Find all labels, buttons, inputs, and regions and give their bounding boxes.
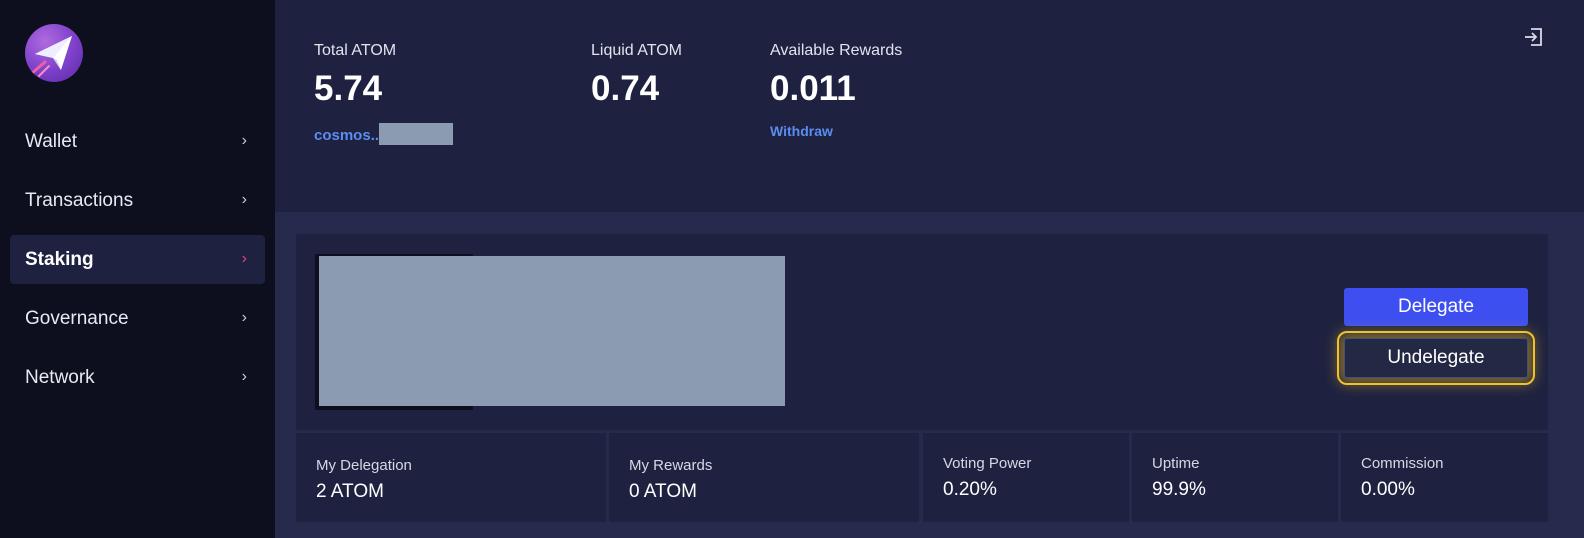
sidebar-item-label: Wallet [25,131,78,152]
staking-content: Delegate Undelegate My Delegation 2 ATOM… [275,212,1584,538]
sidebar-item-label: Transactions [25,190,134,211]
total-atom-value: 5.74 [314,69,383,108]
balance-header: Total ATOM 5.74 cosmos.. Liquid ATOM 0.7… [275,0,1584,212]
voting-power-label: Voting Power [943,455,1032,472]
uptime-value: 99.9% [1152,479,1206,500]
sidebar-nav: Wallet › Transactions › Staking › Govern… [10,117,265,412]
chevron-right-icon: › [241,309,247,326]
voting-power-value: 0.20% [943,479,997,500]
available-rewards-value: 0.011 [770,69,856,108]
chevron-right-icon: › [241,250,247,267]
my-delegation-label: My Delegation [316,457,412,474]
address-text: cosmos.. [314,127,380,144]
my-rewards-cell: My Rewards 0 ATOM [609,433,919,522]
liquid-atom-value: 0.74 [591,69,660,108]
sidebar-item-network[interactable]: Network › [10,353,265,402]
uptime-cell: Uptime 99.9% [1132,433,1338,522]
sidebar-item-wallet[interactable]: Wallet › [10,117,265,166]
logout-icon[interactable] [1522,26,1544,48]
validator-stats-row: My Delegation 2 ATOM My Rewards 0 ATOM V… [296,433,1548,522]
commission-cell: Commission 0.00% [1341,433,1548,522]
my-delegation-value: 2 ATOM [316,481,384,502]
undelegate-button[interactable]: Undelegate [1337,331,1535,385]
sidebar-item-governance[interactable]: Governance › [10,294,265,343]
sidebar-item-staking[interactable]: Staking › [10,235,265,284]
address-link[interactable]: cosmos.. [314,123,454,145]
available-rewards-label: Available Rewards [770,42,903,59]
my-rewards-value: 0 ATOM [629,481,697,502]
sidebar-item-label: Network [25,367,95,388]
my-rewards-label: My Rewards [629,457,713,474]
sidebar-item-label: Governance [25,308,129,329]
liquid-atom-label: Liquid ATOM [591,42,683,59]
total-atom-stat: Total ATOM 5.74 cosmos.. [314,42,454,145]
liquid-atom-stat: Liquid ATOM 0.74 [591,42,682,109]
redacted-validator-info [319,256,785,406]
chevron-right-icon: › [241,191,247,208]
available-rewards-stat: Available Rewards 0.011 Withdraw [770,42,902,141]
commission-value: 0.00% [1361,479,1415,500]
sidebar-item-transactions[interactable]: Transactions › [10,176,265,225]
paper-plane-logo[interactable] [25,24,83,82]
total-atom-label: Total ATOM [314,42,397,59]
chevron-right-icon: › [241,368,247,385]
redacted-address [379,123,454,145]
delegate-button[interactable]: Delegate [1344,288,1528,326]
uptime-label: Uptime [1152,455,1200,472]
chevron-right-icon: › [241,132,247,149]
commission-label: Commission [1361,455,1444,472]
sidebar: Wallet › Transactions › Staking › Govern… [0,0,275,538]
validator-card: Delegate Undelegate [296,234,1548,430]
app: Wallet › Transactions › Staking › Govern… [0,0,1584,538]
sidebar-item-label: Staking [25,249,94,270]
withdraw-link[interactable]: Withdraw [770,123,833,139]
voting-power-cell: Voting Power 0.20% [923,433,1129,522]
my-delegation-cell: My Delegation 2 ATOM [296,433,606,522]
